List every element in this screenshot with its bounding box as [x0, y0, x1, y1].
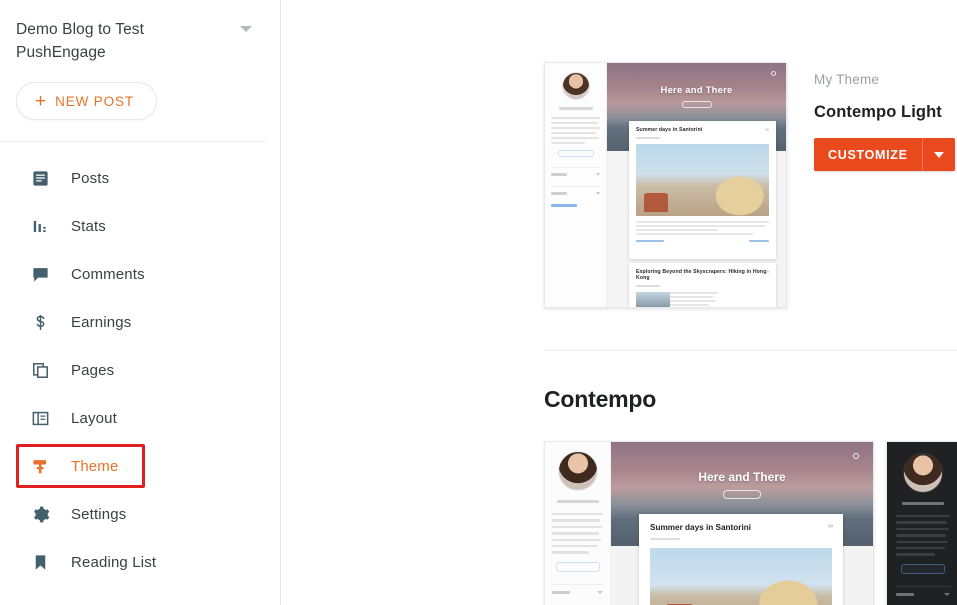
search-icon: [853, 453, 859, 459]
gallery-author-name: [556, 500, 599, 503]
preview-post-date: [636, 137, 660, 139]
sidebar-item-pages[interactable]: Pages: [0, 346, 280, 394]
sidebar-item-label: Comments: [71, 265, 145, 283]
gallery-hero-title: Here and There: [698, 470, 786, 484]
main-content: Here and There Summer days in Santorini …: [281, 0, 957, 605]
gallery-post-card: Summer days in Santorini ∞: [639, 514, 843, 605]
preview-post-thumb: [636, 292, 670, 307]
sidebar-item-reading-list[interactable]: Reading List: [0, 538, 280, 586]
gallery-preview-sidebar: [545, 442, 611, 605]
gallery-preview-sidebar-dark: [887, 442, 957, 605]
share-icon: ∞: [765, 127, 769, 133]
gear-icon: [30, 504, 51, 525]
layout-icon: [30, 408, 51, 429]
chevron-down-icon[interactable]: [240, 26, 252, 32]
sidebar-item-settings[interactable]: Settings: [0, 490, 280, 538]
gallery-theme-dark[interactable]: [886, 441, 957, 605]
sidebar: Demo Blog to Test PushEngage + NEW POST …: [0, 0, 281, 605]
comments-icon: [30, 264, 51, 285]
gallery-post-image: [650, 548, 832, 605]
customize-button-group: CUSTOMIZE: [814, 138, 955, 171]
search-icon: [771, 71, 776, 76]
new-post-button[interactable]: + NEW POST: [16, 82, 157, 120]
avatar: [903, 453, 943, 493]
preview-author-name: [558, 107, 593, 110]
plus-icon: +: [35, 90, 47, 112]
preview-post-card: Summer days in Santorini ∞: [629, 121, 776, 259]
theme-paint-roller-icon: [30, 456, 51, 477]
gallery-bio: [896, 515, 950, 556]
preview-post-card: Exploring Beyond the Skyscrapers: Hiking…: [629, 263, 776, 307]
theme-gallery: Here and There Summer days in Santorini …: [544, 441, 957, 605]
preview-report-link: [551, 204, 577, 207]
preview-post-footer: [636, 239, 769, 242]
gallery-post-date: [650, 538, 680, 541]
my-theme-row: Here and There Summer days in Santorini …: [281, 0, 957, 308]
content-divider: [544, 350, 957, 351]
pages-icon: [30, 360, 51, 381]
preview-subscribe-button: [681, 101, 712, 108]
sidebar-item-comments[interactable]: Comments: [0, 250, 280, 298]
my-theme-label: My Theme: [814, 72, 880, 87]
gallery-subscribe-button: [723, 490, 761, 499]
caret-down-icon[interactable]: [921, 138, 955, 171]
sidebar-item-earnings[interactable]: Earnings: [0, 298, 280, 346]
customize-button[interactable]: CUSTOMIZE: [814, 138, 922, 171]
gallery-bio: [552, 513, 603, 554]
avatar: [561, 72, 590, 100]
preview-archive-section: [551, 167, 600, 176]
sidebar-item-label: Reading List: [71, 553, 157, 571]
sidebar-item-label: Pages: [71, 361, 115, 379]
earnings-icon: [30, 312, 51, 333]
gallery-preview-body: Here and There Summer days in Santorini …: [611, 442, 873, 605]
preview-post-image: [636, 144, 769, 216]
new-post-wrap: + NEW POST: [0, 64, 280, 120]
sidebar-item-theme[interactable]: Theme: [0, 442, 280, 490]
preview-body: Here and There Summer days in Santorini …: [607, 63, 786, 307]
preview-hero-title: Here and There: [660, 85, 733, 96]
gallery-follow-button: [901, 563, 945, 574]
new-post-label: NEW POST: [55, 93, 134, 109]
gallery-archive-section: [896, 585, 950, 596]
avatar: [557, 451, 598, 491]
theme-meta: My Theme Contempo Light CUSTOMIZE: [787, 62, 955, 171]
section-title: Contempo: [544, 386, 657, 412]
current-theme-preview[interactable]: Here and There Summer days in Santorini …: [544, 62, 787, 308]
sidebar-nav: Posts Stats Comments Earnings Pages Layo…: [0, 142, 280, 586]
preview-labels-section: [551, 186, 600, 195]
theme-name: Contempo Light: [814, 103, 942, 121]
sidebar-item-label: Settings: [71, 505, 127, 523]
gallery-archive-section: [552, 583, 603, 594]
sidebar-item-label: Earnings: [71, 313, 132, 331]
preview-post-title: Summer days in Santorini: [636, 127, 703, 133]
sidebar-item-stats[interactable]: Stats: [0, 202, 280, 250]
preview-follow-button: [557, 150, 594, 157]
preview-post-date: [636, 285, 660, 287]
sidebar-item-label: Layout: [71, 409, 117, 427]
gallery-author-name: [902, 502, 944, 505]
preview-post-title: Exploring Beyond the Skyscrapers: Hiking…: [636, 269, 767, 281]
sidebar-item-label: Theme: [71, 457, 119, 475]
sidebar-item-label: Stats: [71, 217, 106, 235]
bookmark-icon: [30, 552, 51, 573]
blog-title: Demo Blog to Test PushEngage: [16, 21, 145, 61]
preview-bio: [551, 117, 600, 144]
stats-icon: [30, 216, 51, 237]
sidebar-item-layout[interactable]: Layout: [0, 394, 280, 442]
preview-post-excerpt: [636, 221, 769, 235]
posts-icon: [30, 168, 51, 189]
app-root: Demo Blog to Test PushEngage + NEW POST …: [0, 0, 957, 605]
sidebar-item-label: Posts: [71, 169, 110, 187]
gallery-theme-light[interactable]: Here and There Summer days in Santorini …: [544, 441, 874, 605]
gallery-follow-button: [555, 561, 600, 572]
share-icon: ∞: [765, 269, 769, 275]
sidebar-item-posts[interactable]: Posts: [0, 154, 280, 202]
blog-selector[interactable]: Demo Blog to Test PushEngage: [0, 0, 280, 64]
gallery-post-title: Summer days in Santorini: [650, 523, 752, 532]
preview-sidebar: [545, 63, 607, 307]
share-icon: ∞: [828, 523, 833, 530]
